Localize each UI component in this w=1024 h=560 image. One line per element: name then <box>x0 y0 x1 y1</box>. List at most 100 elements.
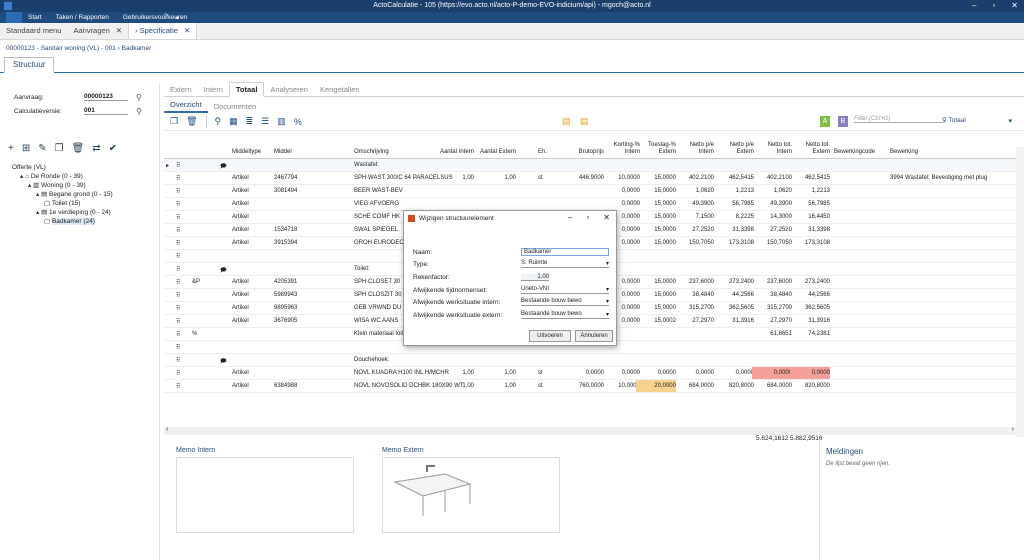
help-icon[interactable]: ? <box>164 13 168 23</box>
cell-nti[interactable]: 684,0000 <box>752 383 792 389</box>
cell-omschr[interactable]: SPH CLOSZIT 30 <box>354 292 402 298</box>
cell-omschr[interactable]: WISA WC AANS <box>354 318 398 324</box>
cell-type[interactable]: Artikel <box>232 318 249 324</box>
memo-icon[interactable]: 🗩 <box>220 162 227 172</box>
cell-bruto[interactable]: 446,9000 <box>564 175 604 181</box>
cell-npi[interactable]: 315,2700 <box>674 305 714 311</box>
cell-npi[interactable]: 27,2970 <box>674 318 714 324</box>
cell-middel[interactable]: 2467794 <box>274 175 297 181</box>
column-header[interactable]: Aantal Extern <box>476 149 516 156</box>
menu-taken-rapporten[interactable]: Taken / Rapporten <box>56 14 109 21</box>
cell-nte[interactable]: 273,2400 <box>790 279 830 285</box>
calc-value[interactable]: 001 <box>84 107 128 115</box>
aanvraag-value[interactable]: 00000123 <box>84 93 128 101</box>
cell-kort[interactable]: 0,0000 <box>600 201 640 207</box>
tab-specificatie[interactable]: › Specificatie ✕ <box>128 22 198 39</box>
cell-toesl[interactable]: 15,0000 <box>636 214 676 220</box>
tab-intern[interactable]: Intern <box>198 83 229 96</box>
memo-icon[interactable]: 🗩 <box>220 357 227 367</box>
cell-kort[interactable]: 10,0000 <box>600 383 640 389</box>
total-select[interactable]: ⚲ Totaal <box>942 116 966 124</box>
memo-intern-box[interactable] <box>176 457 354 533</box>
cell-toesl[interactable]: 15,0000 <box>636 305 676 311</box>
cell-type[interactable]: Artikel <box>232 279 249 285</box>
cell-omschr[interactable]: Douchehoek: <box>354 357 389 363</box>
table-row[interactable]: ⠿ Artikel 2467794 SPH WAST 300/C 64 PARACEL… <box>164 172 1016 185</box>
cell-nte[interactable]: 74,2381 <box>790 331 830 337</box>
cell-nti[interactable]: 150,7050 <box>752 240 792 246</box>
cell-nti[interactable]: 27,2970 <box>752 318 792 324</box>
uitvoeren-button[interactable]: Uitvoeren <box>529 330 571 342</box>
cell-npi[interactable]: 1,0620 <box>674 188 714 194</box>
search-icon[interactable]: ⚲ <box>136 107 142 116</box>
cell-nte[interactable]: 31,3398 <box>790 227 830 233</box>
cell-nte[interactable]: 0,0000 <box>790 367 830 379</box>
cell-npe[interactable]: 0,0000 <box>714 370 754 376</box>
cell-eh[interactable]: st <box>538 383 543 389</box>
close-icon[interactable]: ✕ <box>603 213 610 222</box>
cell-nte[interactable]: 173,3108 <box>790 240 830 246</box>
cell-nte[interactable]: 16,4450 <box>790 214 830 220</box>
cell-npe[interactable]: 44,2566 <box>714 292 754 298</box>
cell-ai[interactable]: 1,00 <box>434 175 474 181</box>
column-header[interactable]: Bewerking <box>890 149 918 156</box>
drag-handle-icon[interactable]: ⠿ <box>176 175 180 182</box>
cell-middel[interactable]: 1534718 <box>274 227 297 233</box>
cell-toesl[interactable]: 15,0000 <box>636 292 676 298</box>
add-child-icon[interactable]: ⊞ <box>22 143 30 154</box>
cell-ae[interactable]: 1,00 <box>476 370 516 376</box>
calculator-icon[interactable]: ▦ <box>229 116 238 127</box>
tree-node[interactable]: ▢ Toilet (15) <box>0 199 159 208</box>
table-row[interactable]: ⠿ Artikel 6384988 NOVL NOVOSOLID DCHBK 180X… <box>164 380 1016 393</box>
cell-type[interactable]: Artikel <box>232 292 249 298</box>
drag-handle-icon[interactable]: ⠿ <box>176 266 180 273</box>
cell-npe[interactable]: 462,5415 <box>714 175 754 181</box>
cell-npe[interactable]: 56,7985 <box>714 201 754 207</box>
cell-omschr[interactable]: SCHE COMF HK <box>354 214 400 220</box>
cell-type[interactable]: Artikel <box>232 383 249 389</box>
tab-standaard-menu[interactable]: Standaard menu <box>0 23 67 39</box>
cell-npi[interactable]: 7,1500 <box>674 214 714 220</box>
cell-ae[interactable]: 1,00 <box>476 383 516 389</box>
tree-node[interactable]: ▴ ⌂ De Ronde (0 - 39) <box>0 172 159 181</box>
chevron-down-icon[interactable]: ▾ <box>1008 117 1012 125</box>
maximize-icon[interactable]: ▫ <box>992 1 995 10</box>
drag-handle-icon[interactable]: ⠿ <box>176 214 180 221</box>
cell-omschr[interactable]: Toilet: <box>354 266 370 272</box>
table-row[interactable]: ⠿ Artikel NOVL KUADRA H100 INL H/MCHR 1,00 1… <box>164 367 1016 380</box>
cell-kort[interactable]: 10,0000 <box>600 175 640 181</box>
drag-handle-icon[interactable]: ⠿ <box>176 162 180 169</box>
cell-npe[interactable]: 1,2213 <box>714 188 754 194</box>
copy-icon[interactable]: ❐ <box>170 116 178 127</box>
cell-nti[interactable]: 49,3900 <box>752 201 792 207</box>
table-row[interactable]: ⠿ ▸ 🗩 Wastafel: <box>164 159 1016 172</box>
cell-bruto[interactable]: 760,0000 <box>564 383 604 389</box>
tab-kengetallen[interactable]: Kengetallen <box>314 83 366 96</box>
drag-handle-icon[interactable]: ⠿ <box>176 253 180 260</box>
cell-nte[interactable]: 820,8000 <box>790 383 830 389</box>
document-icon[interactable]: ▤ <box>562 116 571 127</box>
cell-type[interactable]: Artikel <box>232 370 249 376</box>
cell-nte[interactable]: 1,2213 <box>790 188 830 194</box>
maximize-icon[interactable]: ▫ <box>586 213 589 222</box>
close-icon[interactable]: ✕ <box>116 26 122 35</box>
cell-npi[interactable]: 684,0000 <box>674 383 714 389</box>
column-header[interactable]: Netto tot. Extern <box>790 142 830 156</box>
drag-handle-icon[interactable]: ⠿ <box>176 279 180 286</box>
cell-eh[interactable]: st <box>538 370 543 376</box>
tree-node[interactable]: ▴ ▥ Woning (0 - 39) <box>0 181 159 190</box>
cell-nti[interactable]: 61,8651 <box>752 331 792 337</box>
tab-extern[interactable]: Extern <box>164 83 198 96</box>
cell-npi[interactable]: 27,2520 <box>674 227 714 233</box>
filter-input[interactable]: Filter (Ctrl+G) <box>854 116 944 123</box>
add-icon[interactable]: + <box>8 143 14 154</box>
cell-npe[interactable]: 273,2400 <box>714 279 754 285</box>
cell-toesl[interactable]: 15,0000 <box>636 240 676 246</box>
cell-type[interactable]: Artikel <box>232 201 249 207</box>
drag-handle-icon[interactable]: ⠿ <box>176 318 180 325</box>
cell-nti[interactable]: 38,4840 <box>752 292 792 298</box>
cell-omschr[interactable]: SWAL SPIEGEL <box>354 227 398 233</box>
cell-ai[interactable]: 1,00 <box>434 383 474 389</box>
cell-ae[interactable]: 1,00 <box>476 175 516 181</box>
memo-icon[interactable]: 🗩 <box>220 266 227 276</box>
